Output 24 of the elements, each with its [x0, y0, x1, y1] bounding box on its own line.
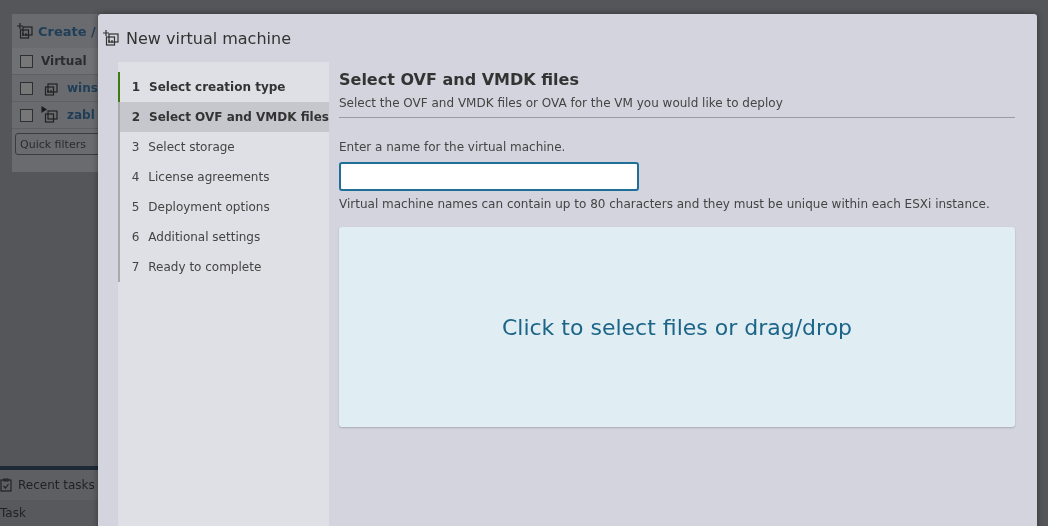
- clipboard-icon: [0, 478, 12, 492]
- create-vm-icon: [16, 22, 34, 40]
- wizard-step[interactable]: 1 Select creation type: [119, 72, 329, 102]
- vm-icon: [41, 106, 59, 124]
- column-header: Virtual: [41, 54, 87, 68]
- vm-name-field[interactable]: [339, 162, 639, 191]
- wizard-step[interactable]: 3 Select storage: [119, 132, 329, 162]
- checkbox[interactable]: [20, 81, 33, 95]
- dialog-title: New virtual machine: [126, 28, 291, 48]
- page-heading: Select OVF and VMDK files: [339, 70, 580, 89]
- column-header: Task: [0, 506, 26, 520]
- wizard-step[interactable]: 4 License agreements: [119, 162, 329, 192]
- new-vm-icon: [102, 29, 120, 47]
- file-drop-zone[interactable]: Click to select files or drag/drop: [339, 227, 1015, 427]
- wizard-step[interactable]: 2 Select OVF and VMDK files: [119, 102, 329, 132]
- wizard-step[interactable]: 7 Ready to complete: [119, 252, 329, 282]
- page-description: Select the OVF and VMDK files or OVA for the VM you would like to deploy: [339, 96, 1015, 118]
- checkbox[interactable]: [20, 54, 33, 68]
- field-hint: Virtual machine names can contain up to 80 characters and they must be unique within each ESXi instance.: [339, 197, 991, 211]
- wizard-step[interactable]: 5 Deployment options: [119, 192, 329, 222]
- checkbox[interactable]: [20, 108, 33, 122]
- quick-filters-field[interactable]: Quick filters: [15, 133, 98, 155]
- field-label: Enter a name for the virtual machine.: [339, 140, 567, 154]
- wizard-step[interactable]: 6 Additional settings: [119, 222, 329, 252]
